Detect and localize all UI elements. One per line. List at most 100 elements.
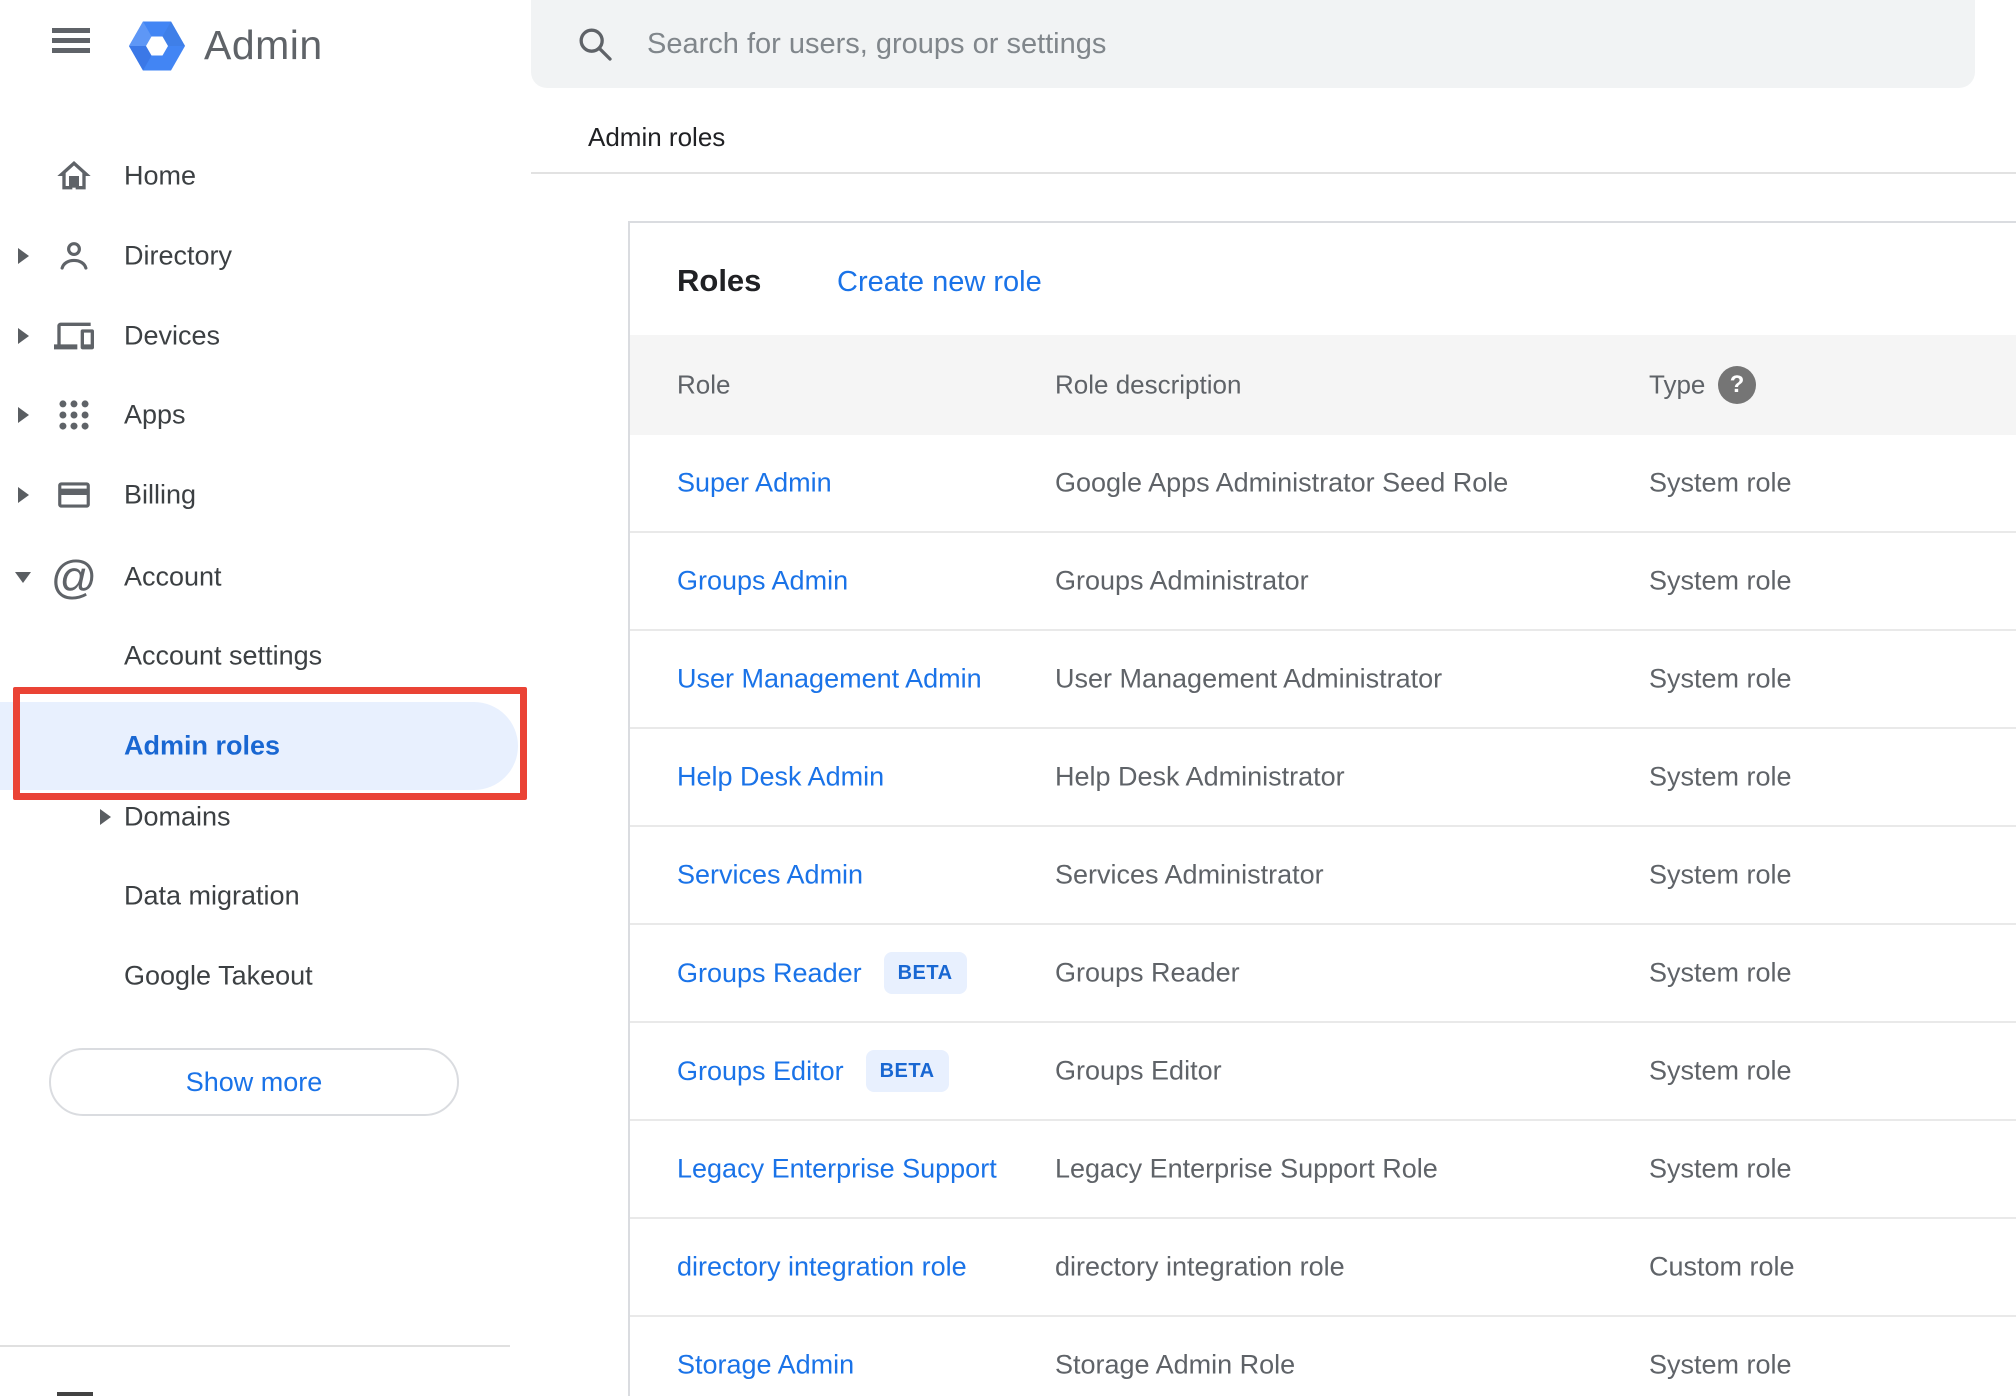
role-description: Storage Admin Role [1055, 1349, 1296, 1380]
role-link[interactable]: Groups Admin [677, 566, 848, 597]
sidebar-item-directory[interactable]: Directory [0, 216, 510, 296]
devices-icon [54, 316, 94, 356]
column-header-type: Type [1649, 369, 1706, 400]
at-sign-icon: @ [50, 551, 98, 603]
menu-hamburger-button[interactable] [52, 28, 90, 54]
role-link[interactable]: User Management Admin [677, 664, 982, 695]
role-description: Groups Reader [1055, 957, 1240, 988]
role-link[interactable]: Storage Admin [677, 1350, 854, 1381]
sidebar-item-account-settings[interactable]: Account settings [0, 616, 510, 696]
role-type: System role [1649, 761, 1792, 792]
table-row: Services Admin Services Administrator Syst… [630, 827, 2016, 925]
table-row: User Management Admin User Management Adm… [630, 631, 2016, 729]
table-row: Groups Reader BETA Groups Reader System rol… [630, 925, 2016, 1023]
sidebar-item-label: Admin roles [124, 730, 281, 761]
sidebar-item-label: Apps [124, 399, 186, 430]
role-description: Google Apps Administrator Seed Role [1055, 467, 1509, 498]
role-link[interactable]: directory integration role [677, 1252, 967, 1283]
table-row: Help Desk Admin Help Desk Administrator Sy… [630, 729, 2016, 827]
admin-logo-icon [127, 20, 187, 72]
beta-badge: BETA [883, 952, 967, 994]
table-row: Storage Admin Storage Admin Role System ro… [630, 1317, 2016, 1396]
role-link[interactable]: Super Admin [677, 468, 832, 499]
table-row: Super Admin Google Apps Administrator See… [630, 435, 2016, 533]
sidebar-item-label: Data migration [124, 880, 300, 911]
role-cell: directory integration role [677, 1252, 967, 1283]
sidebar-item-billing[interactable]: Billing [0, 455, 510, 535]
sidebar-divider [0, 1345, 510, 1347]
table-row: Groups Editor BETA Groups Editor System rol… [630, 1023, 2016, 1121]
sidebar-item-label: Account [124, 561, 222, 592]
column-header-description: Role description [1055, 369, 1242, 400]
hamburger-bar [52, 28, 90, 33]
role-link[interactable]: Groups Reader [677, 958, 862, 989]
role-cell: Groups Admin [677, 566, 848, 597]
role-link[interactable]: Services Admin [677, 860, 863, 891]
person-icon [54, 236, 94, 276]
expand-down-icon [15, 572, 31, 583]
role-cell: Help Desk Admin [677, 762, 884, 793]
role-cell: Services Admin [677, 860, 863, 891]
sidebar-item-label: Domains [124, 801, 231, 832]
expand-right-icon [18, 407, 29, 423]
table-row: Groups Admin Groups Administrator System r… [630, 533, 2016, 631]
sidebar-item-label: Directory [124, 240, 233, 271]
sidebar: Admin Home Directory Devices Apps Billin… [0, 0, 518, 1396]
sidebar-item-data-migration[interactable]: Data migration [0, 856, 510, 936]
role-cell: User Management Admin [677, 664, 982, 695]
expand-right-icon [18, 248, 29, 264]
expand-right-icon [18, 487, 29, 503]
hamburger-bar [52, 48, 90, 53]
app-title: Admin [204, 22, 323, 68]
role-description: directory integration role [1055, 1251, 1345, 1282]
column-header-role: Role [677, 369, 731, 400]
role-description: Legacy Enterprise Support Role [1055, 1153, 1438, 1184]
search-input[interactable] [647, 0, 1927, 88]
role-link[interactable]: Help Desk Admin [677, 762, 884, 793]
role-type: System role [1649, 1153, 1792, 1184]
sidebar-item-label: Home [124, 160, 197, 191]
content-divider [531, 172, 2016, 174]
role-link[interactable]: Legacy Enterprise Support [677, 1154, 997, 1185]
role-cell: Super Admin [677, 468, 832, 499]
role-type: System role [1649, 859, 1792, 890]
roles-table-body: Super Admin Google Apps Administrator See… [630, 435, 2016, 1396]
role-description: User Management Administrator [1055, 663, 1443, 694]
role-type: Custom role [1649, 1251, 1795, 1282]
sidebar-item-home[interactable]: Home [0, 136, 510, 216]
role-cell: Legacy Enterprise Support [677, 1154, 997, 1185]
sidebar-item-devices[interactable]: Devices [0, 296, 510, 376]
home-icon [54, 156, 94, 196]
sidebar-item-label: Billing [124, 479, 197, 510]
create-new-role-link[interactable]: Create new role [837, 266, 1042, 299]
table-header: Role Role description Type ? [630, 335, 2016, 435]
role-description: Groups Editor [1055, 1055, 1222, 1086]
sidebar-item-label: Account settings [124, 640, 323, 671]
role-type: System role [1649, 663, 1792, 694]
help-icon[interactable]: ? [1718, 366, 1756, 404]
role-description: Groups Administrator [1055, 565, 1309, 596]
role-cell: Groups Reader BETA [677, 952, 967, 994]
sidebar-item-google-takeout[interactable]: Google Takeout [0, 936, 510, 1016]
search-icon [575, 24, 615, 64]
sidebar-item-domains[interactable]: Domains [0, 777, 510, 857]
role-description: Services Administrator [1055, 859, 1324, 890]
expand-right-icon [100, 809, 111, 825]
breadcrumb: Admin roles [588, 122, 726, 152]
role-type: System role [1649, 1055, 1792, 1086]
expand-right-icon [18, 328, 29, 344]
sidebar-item-apps[interactable]: Apps [0, 375, 510, 455]
sidebar-item-account[interactable]: @ Account [0, 537, 510, 617]
apps-grid-icon [54, 395, 94, 435]
role-description: Help Desk Administrator [1055, 761, 1345, 792]
role-link[interactable]: Groups Editor [677, 1056, 844, 1087]
role-type: System role [1649, 467, 1792, 498]
roles-card: Roles Create new role Role Role descript… [628, 221, 2016, 1396]
show-more-button[interactable]: Show more [49, 1048, 459, 1116]
role-type: System role [1649, 1349, 1792, 1380]
role-type: System role [1649, 957, 1792, 988]
beta-badge: BETA [865, 1050, 949, 1092]
search-bar [531, 0, 1975, 88]
sidebar-item-label: Google Takeout [124, 960, 313, 991]
role-cell: Storage Admin [677, 1350, 854, 1381]
